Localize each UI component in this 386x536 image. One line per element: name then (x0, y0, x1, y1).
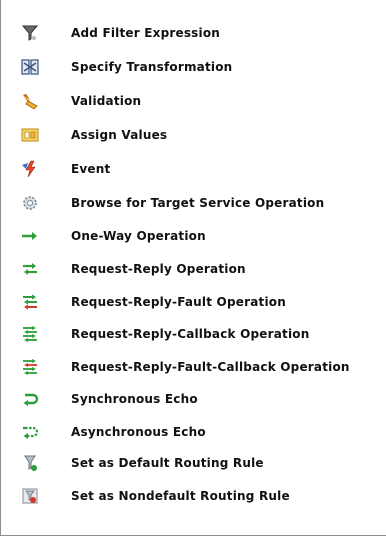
request-reply-fault-icon (19, 291, 41, 313)
menu-item-assign-values[interactable]: Assign Values (1, 119, 381, 151)
validation-icon (19, 90, 41, 112)
menu-item-request-reply-fault-callback-operation[interactable]: Request-Reply-Fault-Callback Operation (1, 351, 381, 383)
menu-item-label: Set as Nondefault Routing Rule (71, 489, 290, 503)
menu-item-set-nondefault-routing-rule[interactable]: Set as Nondefault Routing Rule (1, 480, 381, 512)
menu-item-label: Browse for Target Service Operation (71, 196, 325, 210)
menu-item-request-reply-operation[interactable]: Request-Reply Operation (1, 253, 381, 285)
menu-item-label: Validation (71, 94, 142, 108)
menu-item-label: Asynchronous Echo (71, 425, 206, 439)
menu-item-specify-transformation[interactable]: Specify Transformation (1, 51, 381, 83)
menu-item-label: Synchronous Echo (71, 392, 198, 406)
menu-item-label: Event (71, 162, 111, 176)
filter-icon (19, 22, 41, 44)
menu-item-label: Request-Reply Operation (71, 262, 246, 276)
context-menu-panel: Add Filter Expression Specify Transforma… (0, 0, 386, 536)
menu-item-browse-target-service-operation[interactable]: Browse for Target Service Operation (1, 187, 381, 219)
event-icon (19, 158, 41, 180)
menu-item-label: Specify Transformation (71, 60, 233, 74)
menu-item-label: One-Way Operation (71, 229, 206, 243)
menu-item-add-filter-expression[interactable]: Add Filter Expression (1, 17, 381, 49)
menu-item-validation[interactable]: Validation (1, 85, 381, 117)
assign-values-icon (19, 124, 41, 146)
menu-item-asynchronous-echo[interactable]: Asynchronous Echo (1, 416, 381, 448)
menu-item-label: Request-Reply-Callback Operation (71, 327, 310, 341)
request-reply-icon (19, 258, 41, 280)
menu-item-synchronous-echo[interactable]: Synchronous Echo (1, 383, 381, 415)
menu-item-request-reply-fault-operation[interactable]: Request-Reply-Fault Operation (1, 286, 381, 318)
one-way-arrow-icon (19, 225, 41, 247)
request-reply-callback-icon (19, 323, 41, 345)
request-reply-fault-callback-icon (19, 356, 41, 378)
menu-item-event[interactable]: Event (1, 153, 381, 185)
menu-item-label: Assign Values (71, 128, 168, 142)
menu-item-label: Request-Reply-Fault Operation (71, 295, 286, 309)
transformation-icon (19, 56, 41, 78)
menu-item-label: Set as Default Routing Rule (71, 456, 264, 470)
synchronous-echo-icon (19, 388, 41, 410)
menu-item-request-reply-callback-operation[interactable]: Request-Reply-Callback Operation (1, 318, 381, 350)
menu-item-one-way-operation[interactable]: One-Way Operation (1, 220, 381, 252)
browse-gear-icon (19, 192, 41, 214)
default-routing-rule-icon (19, 452, 41, 474)
nondefault-routing-rule-icon (19, 485, 41, 507)
menu-item-label: Add Filter Expression (71, 26, 221, 40)
asynchronous-echo-icon (19, 421, 41, 443)
menu-item-set-default-routing-rule[interactable]: Set as Default Routing Rule (1, 447, 381, 479)
menu-item-label: Request-Reply-Fault-Callback Operation (71, 360, 350, 374)
